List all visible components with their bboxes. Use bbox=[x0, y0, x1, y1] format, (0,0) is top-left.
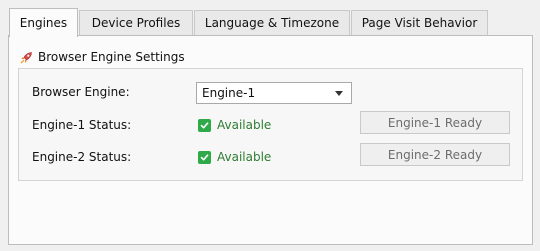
engine2-ready-button[interactable]: Engine-2 Ready bbox=[360, 143, 510, 166]
engine2-status: Available bbox=[198, 150, 271, 164]
tab-bar: Engines Device Profiles Language & Timez… bbox=[8, 8, 532, 37]
browser-engine-select[interactable]: Engine-1 bbox=[196, 82, 352, 104]
window-root: Engines Device Profiles Language & Timez… bbox=[0, 0, 540, 251]
engine1-status-label: Engine-1 Status: bbox=[32, 118, 132, 132]
rocket-icon bbox=[20, 51, 33, 64]
engine-settings-group: Browser Engine: Engine-1 Engine-1 Status… bbox=[18, 68, 523, 181]
engine1-status: Available bbox=[198, 118, 271, 132]
check-icon bbox=[198, 118, 211, 132]
engine1-ready-button[interactable]: Engine-1 Ready bbox=[360, 111, 510, 134]
engine2-status-label: Engine-2 Status: bbox=[32, 150, 132, 164]
browser-engine-label: Browser Engine: bbox=[32, 85, 130, 99]
engine2-status-value: Available bbox=[217, 150, 272, 164]
tab-engines[interactable]: Engines bbox=[9, 8, 78, 37]
chevron-down-icon bbox=[335, 91, 343, 96]
engine1-status-value: Available bbox=[217, 118, 272, 132]
tab-device-profiles[interactable]: Device Profiles bbox=[79, 10, 193, 35]
check-icon bbox=[198, 150, 211, 164]
group-title: Browser Engine Settings bbox=[20, 50, 185, 64]
tab-language-timezone[interactable]: Language & Timezone bbox=[194, 10, 350, 35]
group-title-label: Browser Engine Settings bbox=[38, 50, 185, 64]
tab-page-visit-behavior[interactable]: Page Visit Behavior bbox=[351, 10, 488, 35]
browser-engine-select-value: Engine-1 bbox=[202, 86, 256, 100]
engines-panel: Browser Engine Settings Browser Engine: … bbox=[8, 35, 533, 245]
